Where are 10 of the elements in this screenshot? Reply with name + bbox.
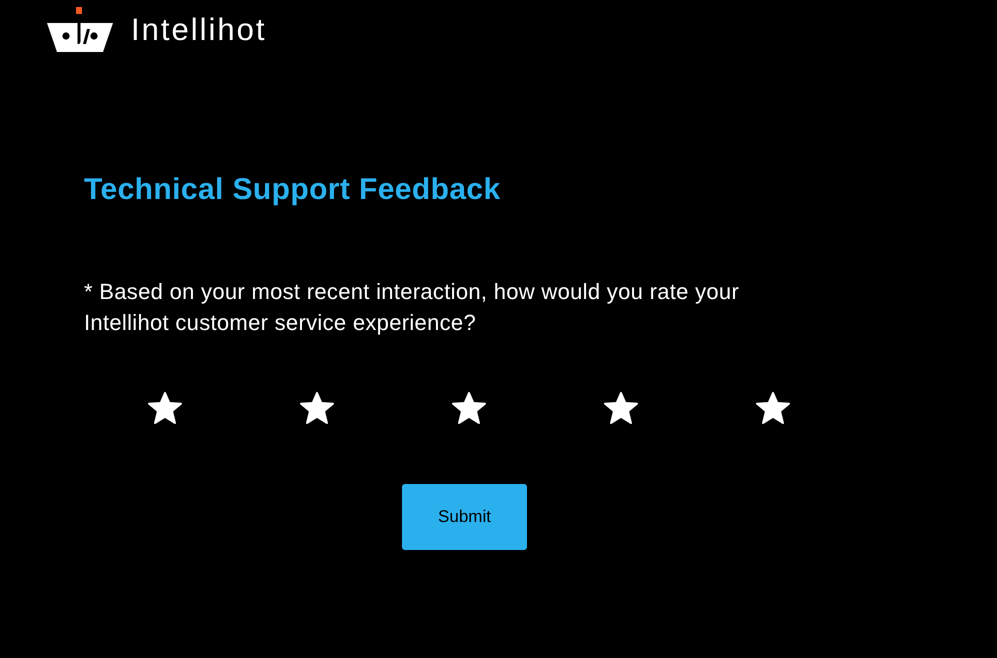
brand-name: Intellihot	[131, 12, 266, 48]
star-icon[interactable]	[603, 391, 639, 425]
star-icon[interactable]	[147, 391, 183, 425]
star-icon[interactable]	[299, 391, 335, 425]
form-title: Technical Support Feedback	[84, 172, 501, 208]
star-icon[interactable]	[755, 391, 791, 425]
submit-button[interactable]: Submit	[402, 484, 527, 550]
rating-question: * Based on your most recent interaction, how would you rate your Intellihot customer service experience?	[84, 278, 740, 337]
logo-icon	[47, 6, 113, 52]
star-icon[interactable]	[451, 391, 487, 425]
